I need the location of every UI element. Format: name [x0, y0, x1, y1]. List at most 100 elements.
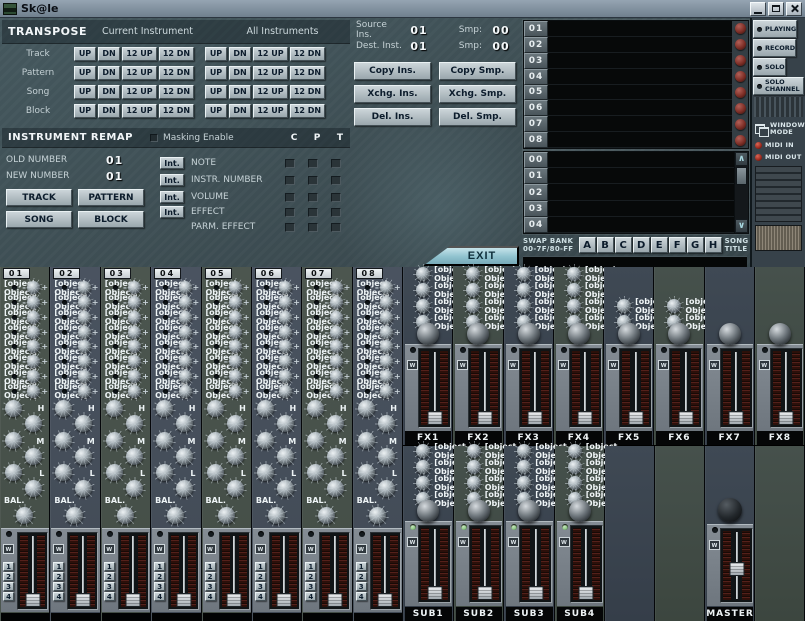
dn-button[interactable]: DN [229, 47, 251, 61]
sub-send-knob[interactable] [467, 460, 481, 474]
balance-knob[interactable] [268, 507, 285, 524]
instrument-number-tag[interactable]: 01 [524, 21, 548, 37]
write-button[interactable]: w [407, 360, 418, 370]
eq-knob[interactable] [126, 415, 143, 432]
eq-knob[interactable] [257, 432, 274, 449]
sample-number-tag[interactable]: 02 [524, 184, 548, 200]
balance-knob[interactable] [218, 507, 235, 524]
write-button[interactable]: w [608, 360, 619, 370]
eq-knob[interactable] [55, 400, 72, 417]
eq-knob[interactable] [5, 464, 22, 481]
instrument-number-tag[interactable]: 04 [524, 69, 548, 85]
balance-knob[interactable] [117, 507, 134, 524]
group-button[interactable]: 4 [356, 592, 367, 601]
send-knob[interactable] [229, 385, 242, 398]
midi-in-indicator[interactable]: MIDI IN [753, 139, 804, 151]
instrument-led-button[interactable] [735, 135, 746, 146]
instrument-led-button[interactable] [735, 71, 746, 82]
scroll-track[interactable] [735, 166, 748, 219]
maximize-button[interactable] [768, 2, 784, 16]
eq-knob[interactable] [176, 415, 193, 432]
channel-number-tag[interactable]: 04 [154, 268, 181, 279]
checkbox-p[interactable] [308, 208, 318, 217]
write-button[interactable]: w [53, 544, 64, 554]
send-knob[interactable] [179, 385, 192, 398]
eq-knob[interactable] [176, 448, 193, 465]
fader-handle[interactable] [579, 586, 594, 600]
checkbox-p[interactable] [308, 176, 318, 185]
eq-knob[interactable] [327, 415, 344, 432]
sub-send-knob[interactable] [517, 476, 531, 490]
group-button[interactable]: 2 [356, 572, 367, 581]
instrument-name-field[interactable] [548, 21, 732, 37]
send-knob[interactable] [229, 311, 242, 324]
fader-handle[interactable] [427, 411, 442, 425]
fader-handle[interactable] [729, 411, 744, 425]
bank-button[interactable]: E [651, 237, 668, 253]
channel-number-tag[interactable]: 02 [53, 268, 80, 279]
channel-number-tag[interactable]: 01 [3, 268, 30, 279]
eq-knob[interactable] [207, 464, 224, 481]
fader-handle[interactable] [378, 593, 393, 607]
group-button[interactable]: 3 [255, 582, 266, 591]
group-button[interactable]: 2 [205, 572, 216, 581]
int-instr-button[interactable]: Int. [160, 174, 184, 186]
write-button[interactable]: w [154, 544, 165, 554]
sample-number-tag[interactable]: 00 [524, 152, 548, 168]
copy-action-button[interactable]: Copy Ins. [354, 62, 431, 80]
fx-send-knob[interactable] [466, 299, 480, 313]
eq-knob[interactable] [327, 480, 344, 497]
eq-knob[interactable] [25, 480, 42, 497]
write-button[interactable]: w [457, 360, 468, 370]
12dn-button[interactable]: 12 DN [290, 66, 325, 80]
eq-knob[interactable] [106, 464, 123, 481]
sample-name-field[interactable] [548, 184, 734, 200]
dn-button[interactable]: DN [98, 47, 120, 61]
sample-name-field[interactable] [548, 152, 734, 168]
fader-handle[interactable] [126, 593, 141, 607]
sub-send-knob[interactable] [416, 444, 430, 458]
int-effect-button[interactable]: Int. [160, 206, 184, 218]
send-knob[interactable] [330, 385, 343, 398]
up-button[interactable]: UP [74, 47, 96, 61]
fx-send-knob[interactable] [466, 267, 480, 281]
masking-enable-checkbox[interactable] [150, 134, 158, 142]
group-button[interactable]: 3 [104, 582, 115, 591]
12dn-button[interactable]: 12 DN [159, 104, 194, 118]
eq-knob[interactable] [257, 400, 274, 417]
balance-knob[interactable] [66, 507, 83, 524]
eq-knob[interactable] [5, 400, 22, 417]
instrument-row[interactable]: 04 [524, 69, 748, 85]
eq-knob[interactable] [75, 480, 92, 497]
send-knob[interactable] [179, 296, 192, 309]
instrument-number-tag[interactable]: 03 [524, 53, 548, 69]
send-knob[interactable] [27, 296, 40, 309]
eq-knob[interactable] [126, 448, 143, 465]
checkbox-t[interactable] [331, 208, 341, 217]
fader-handle[interactable] [578, 411, 593, 425]
instrument-row[interactable]: 01 [524, 21, 748, 37]
sample-number-tag[interactable]: 01 [524, 168, 548, 184]
sample-number-tag[interactable]: 04 [524, 217, 548, 233]
song-button[interactable]: SONG [6, 211, 72, 228]
fx-pan-ball[interactable] [467, 323, 489, 345]
write-button[interactable]: w [3, 544, 14, 554]
checkbox-c[interactable] [285, 223, 295, 232]
12dn-button[interactable]: 12 DN [159, 66, 194, 80]
dn-button[interactable]: DN [229, 104, 251, 118]
track-button[interactable]: TRACK [6, 189, 72, 206]
copy-action-button[interactable]: Del. Ins. [354, 108, 431, 126]
send-knob[interactable] [128, 296, 141, 309]
instrument-name-field[interactable] [548, 132, 732, 148]
eq-knob[interactable] [156, 464, 173, 481]
group-button[interactable]: 3 [305, 582, 316, 591]
instrument-name-field[interactable] [548, 69, 732, 85]
fader-handle[interactable] [227, 593, 242, 607]
write-button[interactable]: w [104, 544, 115, 554]
send-knob[interactable] [128, 311, 141, 324]
eq-knob[interactable] [25, 448, 42, 465]
checkbox-t[interactable] [331, 223, 341, 232]
write-button[interactable]: w [305, 544, 316, 554]
channel-number-tag[interactable]: 03 [104, 268, 131, 279]
scroll-up-button[interactable]: ∧ [735, 152, 748, 166]
